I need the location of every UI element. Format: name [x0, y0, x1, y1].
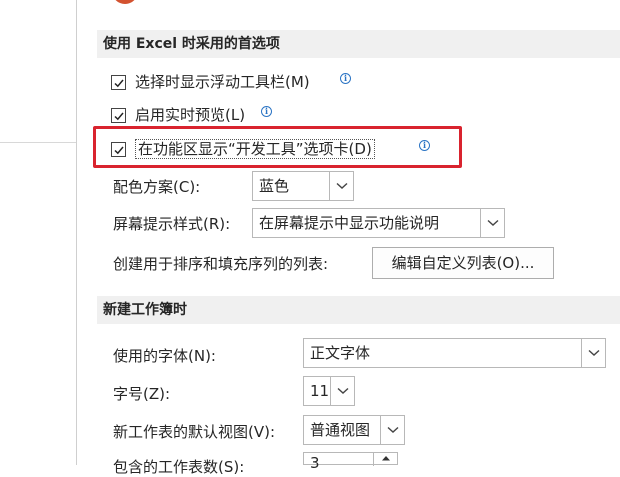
chevron-down-icon[interactable]: [380, 416, 404, 444]
sheet-count-value: 3: [310, 454, 320, 472]
spin-up-icon[interactable]: [373, 453, 397, 466]
pane-border: [76, 0, 77, 465]
chevron-down-icon[interactable]: [480, 209, 504, 237]
default-view-label: 新工作表的默认视图(V):: [113, 423, 276, 441]
screentip-style-value: 在屏幕提示中显示功能说明: [259, 214, 440, 232]
checkmark-icon: [113, 112, 124, 120]
edit-custom-lists-button[interactable]: 编辑自定义列表(O)...: [372, 247, 554, 279]
color-scheme-dropdown[interactable]: 蓝色: [252, 171, 354, 201]
live-preview-label[interactable]: 启用实时预览(L): [135, 105, 245, 125]
mini-toolbar-checkbox[interactable]: [111, 75, 126, 90]
section-title: 使用 Excel 时采用的首选项: [103, 36, 280, 52]
default-view-dropdown[interactable]: 普通视图: [303, 415, 405, 445]
chevron-down-icon[interactable]: [581, 339, 605, 367]
sheet-count-label: 包含的工作表数(S):: [113, 458, 245, 476]
default-view-value: 普通视图: [310, 421, 371, 439]
screentip-style-dropdown[interactable]: 在屏幕提示中显示功能说明: [252, 208, 505, 238]
sheet-count-spinner[interactable]: 3: [303, 452, 398, 472]
font-label: 使用的字体(N):: [113, 347, 216, 365]
excel-logo-icon: [112, 0, 138, 4]
checkmark-icon: [113, 79, 124, 87]
font-size-dropdown[interactable]: 11: [303, 376, 355, 406]
font-size-value: 11: [310, 382, 330, 400]
info-icon: i: [261, 106, 272, 117]
nav-divider: [0, 142, 76, 143]
live-preview-checkbox[interactable]: [111, 108, 126, 123]
left-nav-pane: [0, 0, 76, 465]
screentip-style-label: 屏幕提示样式(R):: [113, 215, 231, 233]
font-size-label: 字号(Z):: [113, 385, 171, 403]
chevron-down-icon[interactable]: [330, 377, 354, 405]
info-icon: i: [340, 73, 351, 84]
color-scheme-value: 蓝色: [259, 177, 290, 195]
section-header-excel-preferences: 使用 Excel 时采用的首选项: [97, 30, 620, 58]
chevron-down-icon[interactable]: [329, 172, 353, 200]
custom-lists-label: 创建用于排序和填充序列的列表:: [113, 255, 329, 273]
mini-toolbar-label[interactable]: 选择时显示浮动工具栏(M): [135, 72, 310, 92]
color-scheme-label: 配色方案(C):: [113, 178, 201, 196]
section-header-new-workbook: 新建工作簿时: [97, 296, 620, 324]
highlight-annotation-box: [93, 126, 462, 168]
section-title: 新建工作簿时: [103, 302, 187, 318]
font-value: 正文字体: [310, 344, 371, 362]
font-dropdown[interactable]: 正文字体: [303, 338, 606, 368]
